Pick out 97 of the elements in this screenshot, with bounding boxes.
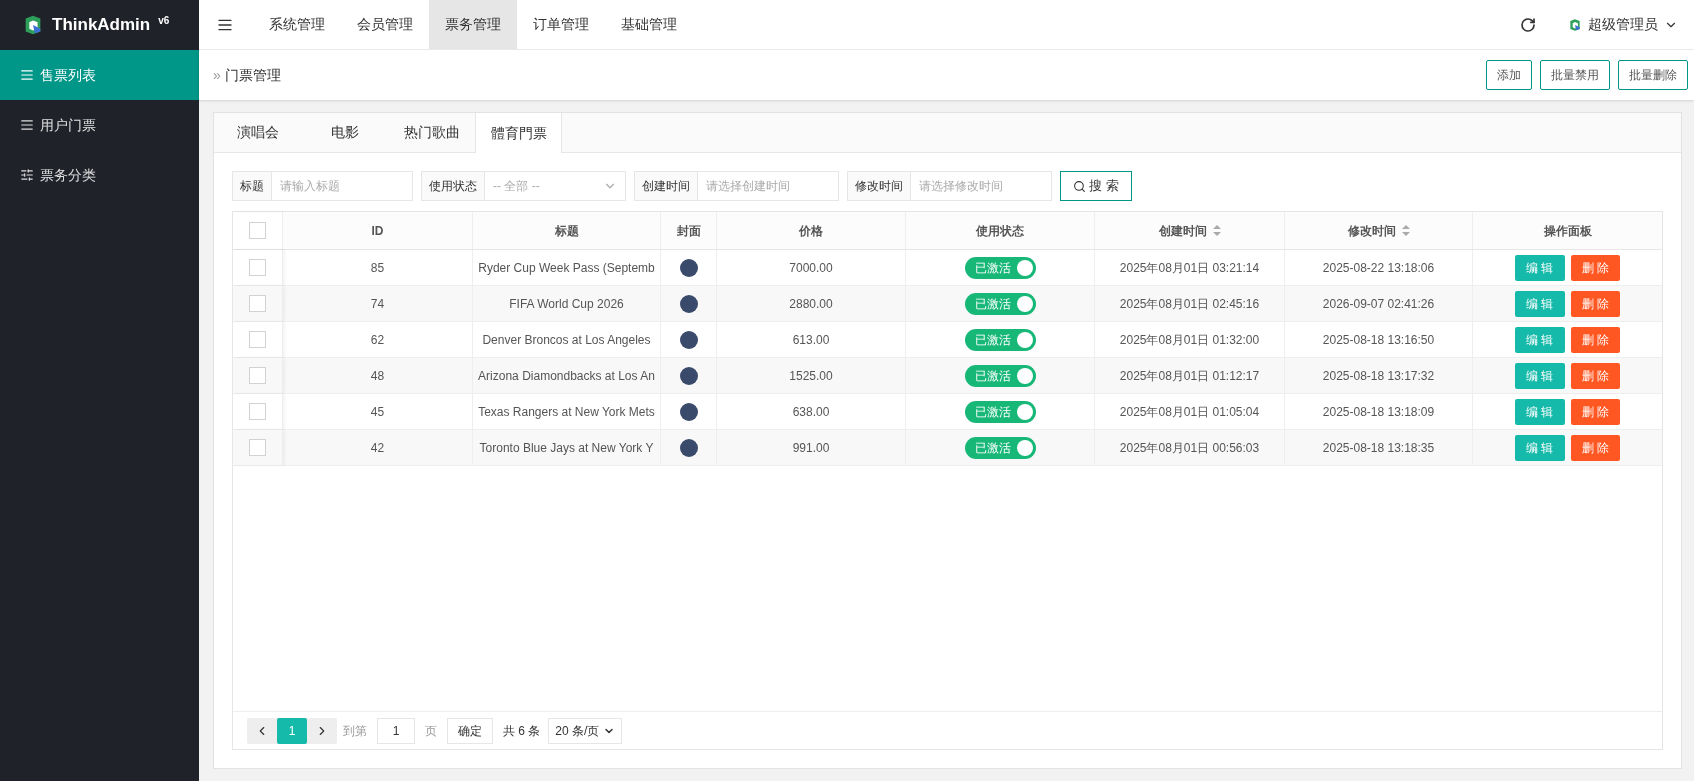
- filter-input[interactable]: 请输入标题: [272, 172, 412, 200]
- table-cell-text: 2025年08月01日 02:45:16: [1119, 295, 1260, 313]
- table-cell-text: 2026-09-07 02:41:26: [1322, 295, 1435, 313]
- column-header: 价格: [799, 222, 823, 240]
- row-checkbox[interactable]: [249, 295, 266, 312]
- filter-field[interactable]: 使用状态 -- 全部 --: [421, 171, 626, 201]
- page-unit: 页: [425, 722, 437, 740]
- page-input[interactable]: 1: [377, 717, 415, 744]
- filter-label: 标题: [233, 172, 272, 200]
- refresh-icon[interactable]: [1520, 16, 1536, 33]
- nav-tab[interactable]: 票务管理: [429, 0, 517, 49]
- logo-icon: [1568, 17, 1582, 32]
- action-button[interactable]: 批量禁用: [1540, 60, 1610, 90]
- filter-input[interactable]: 请选择创建时间: [698, 172, 838, 200]
- table-cell-text: 1525.00: [789, 367, 833, 385]
- column-header: 使用状态: [976, 222, 1024, 240]
- brand-version: v6: [158, 13, 170, 28]
- select-all-checkbox[interactable]: [249, 222, 266, 239]
- nav-tab[interactable]: 基础管理: [605, 0, 693, 49]
- cover-placeholder: [679, 294, 698, 313]
- list-icon: [20, 118, 34, 132]
- cover-placeholder: [679, 330, 698, 349]
- filter-label: 修改时间: [848, 172, 911, 200]
- column-header: 修改时间: [1347, 222, 1396, 240]
- sliders-icon: [20, 168, 34, 182]
- sidebar-item[interactable]: 票务分类: [0, 150, 199, 200]
- table-cell-text: 45: [370, 403, 385, 421]
- table-cell-text: Denver Broncos at Los Angeles: [482, 331, 651, 349]
- search-button[interactable]: 搜 索: [1060, 171, 1132, 201]
- table-cell-text: FIFA World Cup 2026: [509, 295, 624, 313]
- breadcrumb: 门票管理: [224, 65, 281, 85]
- sort-icon[interactable]: [1401, 225, 1410, 236]
- filter-label: 使用状态: [422, 172, 485, 200]
- table-cell-text: Texas Rangers at New York Mets: [478, 403, 655, 421]
- action-button[interactable]: 添加: [1486, 60, 1532, 90]
- table-cell-text: 613.00: [792, 331, 830, 349]
- filter-label: 创建时间: [635, 172, 698, 200]
- action-button[interactable]: 批量删除: [1618, 60, 1688, 90]
- row-checkbox[interactable]: [249, 367, 266, 384]
- category-tab[interactable]: 體育門票: [475, 113, 562, 153]
- table-cell-text: 2025-08-18 13:16:50: [1322, 331, 1435, 349]
- page-size-select[interactable]: 20 条/页: [548, 717, 623, 744]
- row-checkbox[interactable]: [249, 331, 266, 348]
- cover-placeholder: [679, 258, 698, 277]
- chevrons-icon: »: [213, 64, 221, 86]
- table-cell-text: 2025年08月01日 03:21:14: [1119, 259, 1260, 277]
- row-checkbox[interactable]: [249, 439, 266, 456]
- nav-tab[interactable]: 系统管理: [253, 0, 341, 49]
- table-cell-text: 62: [370, 331, 385, 349]
- cover-placeholder: [679, 438, 698, 457]
- filter-field[interactable]: 标题 请输入标题: [232, 171, 413, 201]
- table-cell-text: 74: [370, 295, 385, 313]
- search-icon: [1073, 179, 1086, 193]
- row-checkbox[interactable]: [249, 259, 266, 276]
- column-header: ID: [371, 222, 384, 240]
- category-tab[interactable]: 热门歌曲: [388, 113, 475, 152]
- goto-label: 到第: [343, 722, 367, 740]
- table-cell-text: 638.00: [792, 403, 830, 421]
- table-cell-text: 48: [370, 367, 385, 385]
- column-header: 封面: [676, 222, 701, 240]
- filter-input[interactable]: 请选择修改时间: [911, 172, 1051, 200]
- table-cell-text: Toronto Blue Jays at New York Y: [479, 439, 654, 457]
- table-cell-text: 991.00: [792, 439, 830, 457]
- table-cell-text: 2025年08月01日 01:12:17: [1119, 367, 1260, 385]
- table-cell-text: 2880.00: [789, 295, 833, 313]
- category-tab[interactable]: 演唱会: [214, 113, 301, 152]
- table-cell-text: 85: [370, 259, 385, 277]
- table-cell-text: 42: [370, 439, 385, 457]
- total-count: 共 6 条: [503, 722, 541, 740]
- nav-tab[interactable]: 会员管理: [341, 0, 429, 49]
- table-cell-text: 2025年08月01日 01:32:00: [1119, 331, 1260, 349]
- filter-field[interactable]: 修改时间 请选择修改时间: [847, 171, 1052, 201]
- table-cell-text: 2025-08-18 13:17:32: [1322, 367, 1435, 385]
- cover-placeholder: [679, 402, 698, 421]
- user-name[interactable]: 超级管理员: [1588, 14, 1658, 35]
- table-cell-text: 2025年08月01日 01:05:04: [1119, 403, 1260, 421]
- column-header: 标题: [554, 222, 579, 240]
- table-cell-text: 2025-08-18 13:18:09: [1322, 403, 1435, 421]
- row-checkbox[interactable]: [249, 403, 266, 420]
- column-header: 创建时间: [1158, 222, 1207, 240]
- confirm-button[interactable]: 确定: [447, 717, 493, 744]
- category-tab[interactable]: 电影: [301, 113, 388, 152]
- list-icon: [20, 68, 34, 82]
- table-cell-text: 2025-08-22 13:18:06: [1322, 259, 1435, 277]
- cover-placeholder: [679, 366, 698, 385]
- table-cell-text: 7000.00: [789, 259, 833, 277]
- brand-name: ThinkAdmin: [52, 14, 151, 37]
- table-cell-text: 2025-08-18 13:18:35: [1322, 439, 1435, 457]
- table-cell-text: Arizona Diamondbacks at Los An: [478, 367, 655, 385]
- sidebar-item[interactable]: 用户门票: [0, 100, 199, 150]
- table-cell-text: Ryder Cup Week Pass (Septemb: [478, 259, 655, 277]
- nav-tab[interactable]: 订单管理: [517, 0, 605, 49]
- sort-icon[interactable]: [1212, 225, 1221, 236]
- table-cell-text: 2025年08月01日 00:56:03: [1119, 439, 1260, 457]
- filter-field[interactable]: 创建时间 请选择创建时间: [634, 171, 839, 201]
- sidebar-item[interactable]: 售票列表: [0, 50, 199, 100]
- column-header: 操作面板: [1543, 222, 1592, 240]
